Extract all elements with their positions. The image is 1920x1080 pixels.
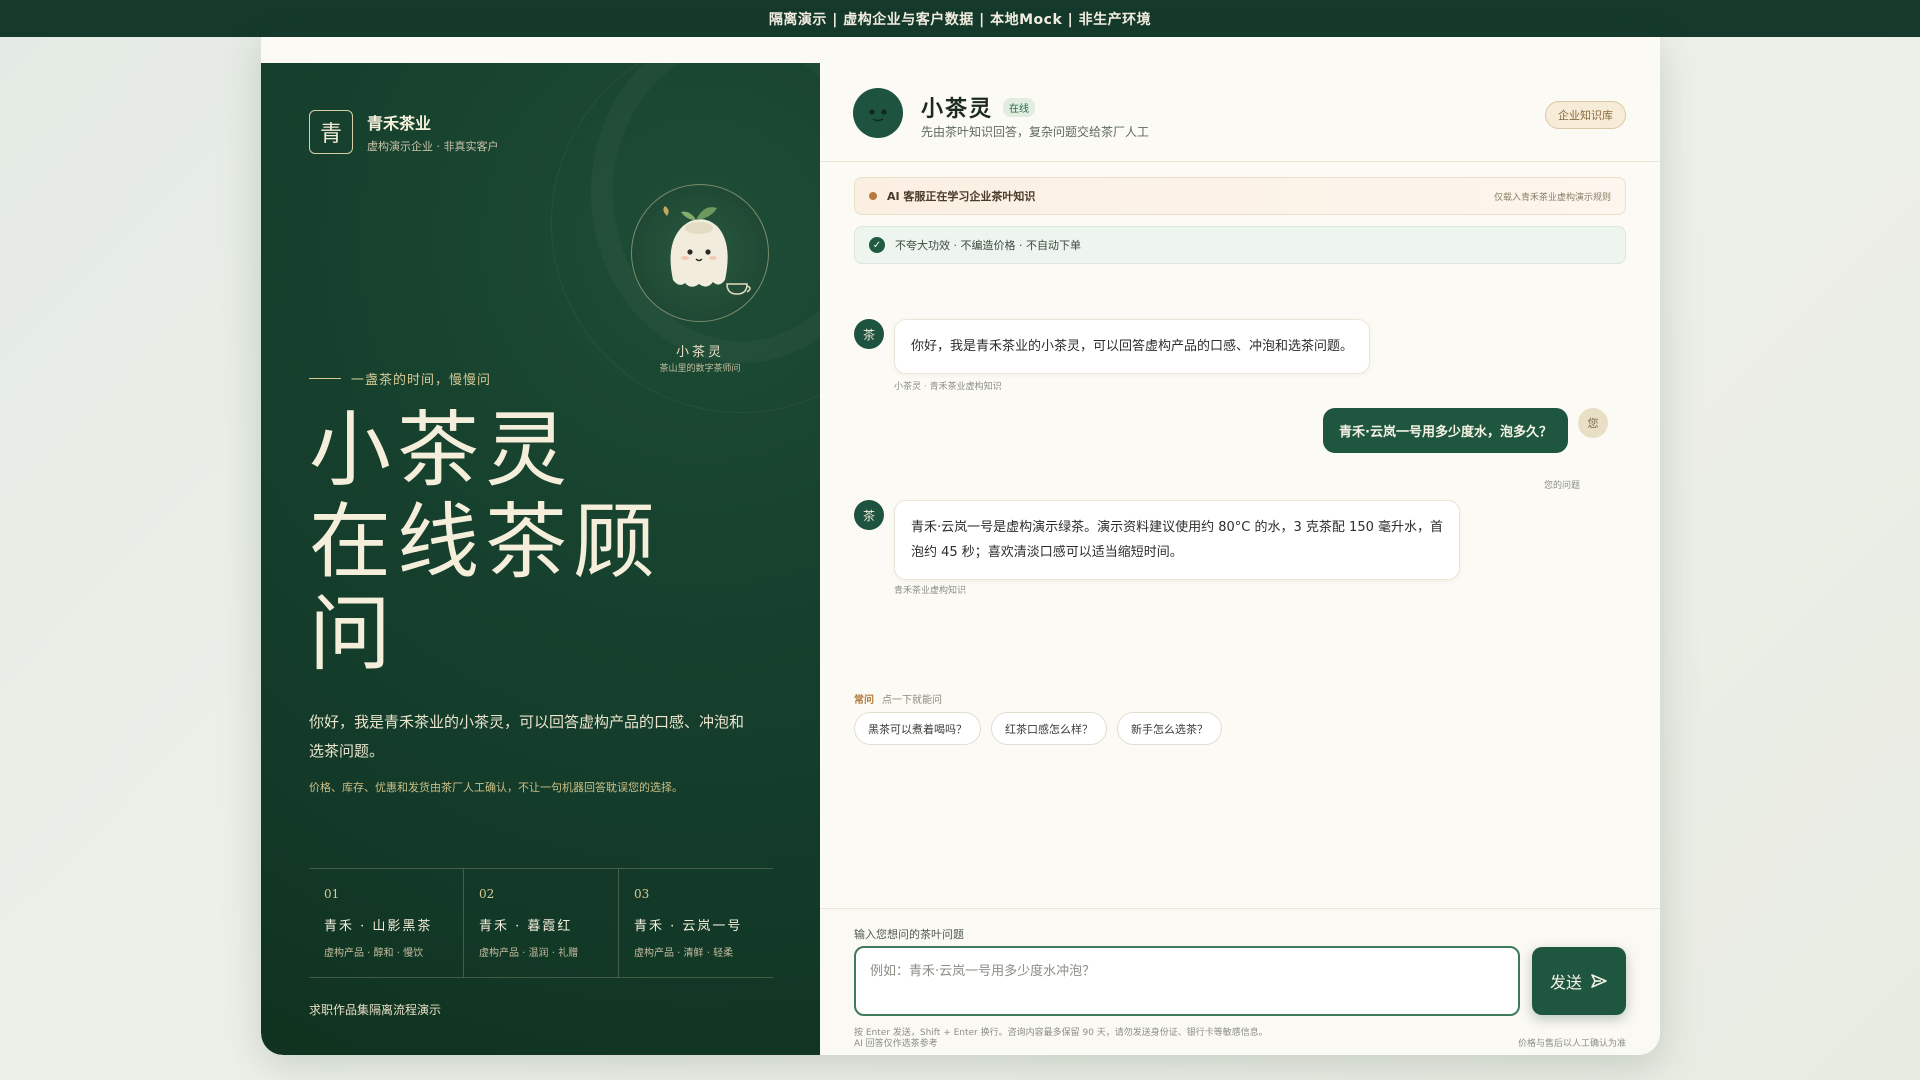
learning-text: AI 客服正在学习企业茶叶知识 [887, 190, 1036, 203]
product-number: 02 [479, 887, 495, 901]
send-icon [1591, 974, 1607, 988]
hero-title-line: 在线茶顾 [309, 495, 662, 590]
product-number: 01 [324, 887, 340, 901]
hero-title-line: 问 [309, 587, 398, 682]
hero-title-line: 小茶灵 [309, 403, 574, 498]
hero-tagline: 一盏茶的时间，慢慢问 [309, 369, 491, 388]
product-name: 青禾 · 山影黑茶 [324, 919, 433, 934]
disclaimer-left: AI 回答仅作选茶参考 [854, 1039, 938, 1049]
mascot-avatar [631, 184, 769, 322]
tagline-rule [309, 378, 341, 379]
question-input[interactable] [854, 946, 1520, 1016]
faq-chips: 黑茶可以煮着喝吗？ 红茶口感怎么样？ 新手怎么选茶？ [854, 712, 1222, 745]
hero-title: 小茶灵 在线茶顾 问 [309, 405, 729, 681]
mascot-subtitle: 茶山里的数字茶师问 [659, 364, 741, 374]
faq-chip[interactable]: 黑茶可以煮着喝吗？ [854, 712, 981, 745]
message-meta: 青禾茶业虚构知识 [894, 586, 967, 596]
bot-face-icon [869, 109, 887, 122]
hero-panel: 青 青禾茶业 虚构演示企业 · 非真实客户 小茶灵 茶山里的数字茶师问 一盏茶的… [261, 63, 820, 1055]
app-card: 青 青禾茶业 虚构演示企业 · 非真实客户 小茶灵 茶山里的数字茶师问 一盏茶的… [261, 37, 1660, 1055]
chat-panel: 小茶灵 在线 先由茶叶知识回答，复杂问题交给茶厂人工 企业知识库 AI 客服正在… [820, 63, 1660, 1055]
product-item[interactable]: 01 青禾 · 山影黑茶 虚构产品 · 醇和 · 慢饮 [309, 869, 464, 977]
bot-message-avatar: 茶 [854, 500, 884, 530]
product-list: 01 青禾 · 山影黑茶 虚构产品 · 醇和 · 慢饮 02 青禾 · 暮霞红 … [309, 868, 773, 978]
send-button[interactable]: 发送 [1532, 947, 1626, 1015]
bot-message-bubble: 青禾·云岚一号是虚构演示绿茶。演示资料建议使用约 80°C 的水，3 克茶配 1… [894, 500, 1460, 580]
product-number: 03 [634, 887, 650, 901]
bot-avatar [853, 88, 903, 138]
product-desc: 虚构产品 · 清鲜 · 轻柔 [634, 948, 734, 959]
learning-dot-icon [869, 192, 877, 200]
check-icon: ✓ [869, 237, 885, 253]
mascot-icon [663, 206, 751, 295]
learning-scope: 仅载入青禾茶业虚构演示规则 [1493, 192, 1611, 203]
composer: 输入您想问的茶叶问题 发送 按 Enter 发送，Shift + Enter 换… [820, 908, 1660, 1055]
product-name: 青禾 · 暮霞红 [479, 919, 573, 934]
bot-message-avatar: 茶 [854, 319, 884, 349]
faq-label: 常问 点一下就能问 [854, 691, 942, 706]
chat-subtitle: 先由茶叶知识回答，复杂问题交给茶厂人工 [921, 125, 1150, 139]
disclaimer-right: 价格与售后以人工确认为准 [1517, 1039, 1626, 1049]
brand: 青 青禾茶业 虚构演示企业 · 非真实客户 [309, 110, 499, 154]
policy-text: 不夸大功效 · 不编造价格 · 不自动下单 [895, 239, 1081, 252]
policy-notice: ✓ 不夸大功效 · 不编造价格 · 不自动下单 [854, 226, 1626, 264]
hero-note: 价格、库存、优惠和发货由茶厂人工确认，不让一句机器回答耽误您的选择。 [309, 781, 683, 794]
tagline-text: 一盏茶的时间，慢慢问 [351, 373, 492, 388]
hero-description: 你好，我是青禾茶业的小茶灵，可以回答虚构产品的口感、冲泡和选茶问题。 [309, 713, 745, 760]
bot-message-line: 泡约 45 秒；喜欢清淡口感可以适当缩短时间。 [911, 545, 1183, 560]
status-badge: 在线 [1003, 97, 1036, 117]
faq-chip[interactable]: 新手怎么选茶？ [1117, 712, 1222, 745]
bot-message-bubble: 你好，我是青禾茶业的小茶灵，可以回答虚构产品的口感、冲泡和选茶问题。 [894, 319, 1371, 374]
bot-name: 小茶灵 [921, 96, 994, 122]
message-meta: 您的问题 [1543, 481, 1580, 491]
isolation-banner: 隔离演示 | 虚构企业与客户数据 | 本地Mock | 非生产环境 [0, 0, 1920, 37]
chat-header: 小茶灵 在线 先由茶叶知识回答，复杂问题交给茶厂人工 企业知识库 [820, 63, 1660, 162]
user-avatar: 您 [1578, 408, 1608, 438]
brand-subtitle: 虚构演示企业 · 非真实客户 [367, 140, 499, 153]
faq-chip[interactable]: 红茶口感怎么样？ [991, 712, 1107, 745]
learning-notice: AI 客服正在学习企业茶叶知识 仅载入青禾茶业虚构演示规则 [854, 177, 1626, 215]
product-item[interactable]: 02 青禾 · 暮霞红 虚构产品 · 温润 · 礼赠 [464, 869, 619, 977]
faq-tag: 常问 [854, 695, 874, 706]
card-top-strip [261, 37, 1660, 63]
brand-name: 青禾茶业 [367, 114, 432, 133]
send-label: 发送 [1549, 973, 1582, 992]
brand-logo: 青 [309, 110, 353, 154]
message-row-bot: 茶 青禾·云岚一号是虚构演示绿茶。演示资料建议使用约 80°C 的水，3 克茶配… [854, 500, 1460, 580]
product-name: 青禾 · 云岚一号 [634, 919, 743, 934]
faq-hint: 点一下就能问 [882, 695, 942, 706]
bot-message-line: 青禾·云岚一号是虚构演示绿茶。演示资料建议使用约 80°C 的水，3 克茶配 1… [911, 520, 1443, 535]
product-desc: 虚构产品 · 温润 · 礼赠 [479, 948, 579, 959]
message-meta: 小茶灵 · 青禾茶业虚构知识 [894, 382, 1002, 392]
product-item[interactable]: 03 青禾 · 云岚一号 虚构产品 · 清鲜 · 轻柔 [619, 869, 773, 977]
mascot-name: 小茶灵 [675, 345, 724, 360]
chat-title: 小茶灵 在线 [921, 91, 1036, 123]
input-label: 输入您想问的茶叶问题 [854, 928, 964, 941]
user-message-bubble: 青禾·云岚一号用多少度水，泡多久？ [1323, 408, 1568, 453]
message-row-user: 青禾·云岚一号用多少度水，泡多久？ 您 [1323, 408, 1608, 453]
product-desc: 虚构产品 · 醇和 · 慢饮 [324, 948, 424, 959]
portfolio-note: 求职作品集隔离流程演示 [309, 1003, 442, 1017]
knowledge-base-button[interactable]: 企业知识库 [1545, 101, 1626, 129]
message-row-bot: 茶 你好，我是青禾茶业的小茶灵，可以回答虚构产品的口感、冲泡和选茶问题。 [854, 319, 1371, 374]
